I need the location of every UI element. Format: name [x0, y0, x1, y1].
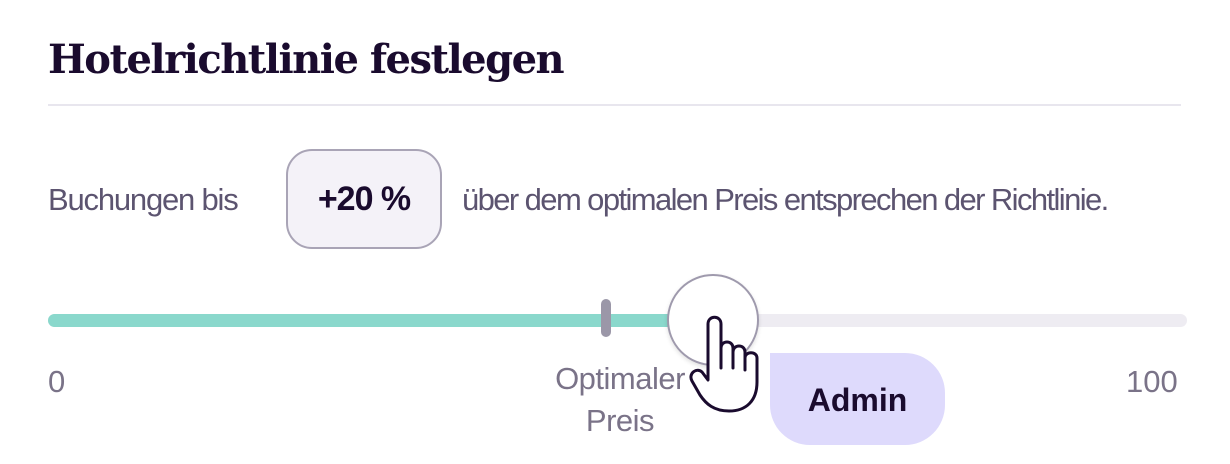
hand-pointer-icon — [689, 315, 759, 413]
slider-min-label: 0 — [48, 364, 66, 399]
slider-fill — [48, 314, 720, 327]
slider-max-label: 100 — [1126, 364, 1178, 399]
policy-percentage-field[interactable]: +20 % — [286, 149, 442, 249]
cursor-user-tag: Admin — [770, 353, 945, 445]
policy-text-after: über dem optimalen Preis entsprechen der… — [462, 182, 1109, 217]
title-divider — [48, 104, 1181, 106]
optimal-price-marker — [601, 299, 611, 337]
policy-text-before: Buchungen bis — [48, 182, 239, 217]
page-title: Hotelrichtlinie festlegen — [48, 36, 565, 83]
